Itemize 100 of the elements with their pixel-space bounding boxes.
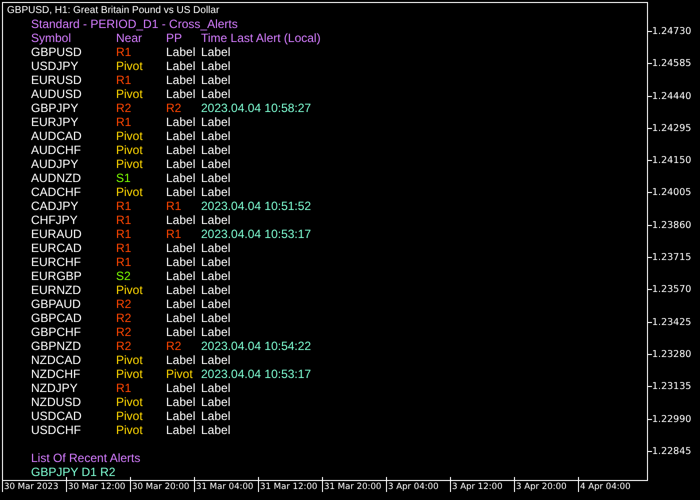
time-cell: Label bbox=[201, 325, 230, 339]
symbol-cell-text: CADJPY bbox=[31, 199, 80, 213]
price-label: 1.24730 bbox=[652, 25, 692, 39]
symbol-cell-text: GBPNZD bbox=[31, 339, 82, 353]
symbol-cell-text: EURJPY bbox=[31, 115, 80, 129]
symbol-cell-text: EURNZD bbox=[31, 283, 82, 297]
time-cell: Label bbox=[201, 73, 230, 87]
near-cell-text: Pivot bbox=[116, 423, 144, 437]
near-cell-text: R1 bbox=[116, 199, 132, 213]
recent-alerts-title: List Of Recent Alerts bbox=[31, 451, 140, 465]
symbol-cell-text: NZDCAD bbox=[31, 353, 82, 367]
pp-cell-text: Label bbox=[166, 213, 196, 227]
symbol-cell-text: GBPCHF bbox=[31, 325, 82, 339]
price-label: 1.22845 bbox=[652, 444, 692, 459]
price-label: 1.24150 bbox=[652, 154, 692, 168]
pp-cell-text: Label bbox=[166, 115, 196, 129]
time-label: 30 Mar 20:00 bbox=[130, 477, 194, 492]
near-cell-text: R1 bbox=[116, 381, 132, 395]
time-cell: Label bbox=[201, 185, 230, 199]
pp-cell-text: Label bbox=[166, 423, 196, 437]
panel-title: Standard - PERIOD_D1 - Cross_Alerts bbox=[31, 17, 239, 31]
symbol-cell-text: USDJPY bbox=[31, 59, 80, 73]
price-label: 1.24295 bbox=[652, 122, 692, 136]
symbol-cell-text: USDCAD bbox=[31, 409, 83, 423]
near-cell-text: S2 bbox=[116, 269, 132, 283]
recent-alert-text: GBPJPY D1 R2 bbox=[31, 465, 116, 479]
pp-cell-text: R2 bbox=[166, 339, 182, 353]
pp-cell-text: R1 bbox=[166, 199, 182, 213]
symbol-cell-text: AUDJPY bbox=[31, 157, 80, 171]
price-label: 1.23715 bbox=[652, 251, 692, 266]
near-cell-text: Pivot bbox=[116, 59, 144, 73]
time-cell: Label bbox=[201, 409, 230, 423]
chart-title: GBPUSD, H1: Great Britain Pound vs US Dollar bbox=[7, 5, 220, 17]
pp-cell-text: Label bbox=[166, 297, 196, 311]
near-cell-text: Pivot bbox=[116, 353, 144, 367]
symbol-cell-text: EURCHF bbox=[31, 255, 82, 269]
time-cell: Label bbox=[201, 311, 230, 325]
column-header: PP bbox=[166, 31, 184, 45]
symbol-cell-text: EURGBP bbox=[31, 269, 83, 283]
time-label: 31 Mar 04:00 bbox=[194, 477, 258, 492]
near-cell-text: Pivot bbox=[116, 185, 144, 199]
symbol-cell-text: GBPJPY bbox=[31, 101, 80, 115]
near-cell-text: R1 bbox=[116, 241, 132, 255]
time-cell: Label bbox=[201, 283, 230, 297]
symbol-cell-text: NZDCHF bbox=[31, 367, 82, 381]
price-label: 1.24005 bbox=[652, 186, 692, 200]
time-label: 30 Mar 12:00 bbox=[66, 477, 130, 492]
time-cell: Label bbox=[201, 381, 230, 395]
near-cell-text: R2 bbox=[116, 325, 132, 339]
price-label: 1.23425 bbox=[652, 316, 692, 330]
near-cell-text: R1 bbox=[116, 227, 132, 241]
near-cell-text: R1 bbox=[116, 115, 132, 129]
pp-cell-text: Label bbox=[166, 185, 196, 199]
pp-cell-text: Label bbox=[166, 325, 196, 339]
near-cell-text: R1 bbox=[116, 255, 132, 269]
time-cell: Label bbox=[201, 129, 230, 143]
time-cell: Label bbox=[201, 241, 230, 255]
time-cell: Label bbox=[201, 395, 230, 409]
price-label: 1.23860 bbox=[652, 218, 692, 233]
symbol-cell-text: GBPCAD bbox=[31, 311, 83, 325]
time-cell: Label bbox=[201, 423, 230, 437]
symbol-cell-text: AUDUSD bbox=[31, 87, 83, 101]
near-cell-text: R2 bbox=[116, 297, 132, 311]
pp-cell-text: Label bbox=[166, 395, 196, 409]
price-label: 1.23280 bbox=[652, 348, 692, 362]
pp-cell-text: Label bbox=[166, 283, 196, 297]
time-cell: 2023.04.04 10:53:17 bbox=[201, 367, 312, 381]
pp-cell-text: Label bbox=[166, 381, 196, 395]
time-label: 3 Apr 12:00 bbox=[450, 477, 514, 492]
pp-cell-text: Label bbox=[166, 409, 196, 423]
pp-cell-text: Label bbox=[166, 269, 196, 283]
price-label: 1.23570 bbox=[652, 283, 692, 298]
near-cell-text: R2 bbox=[116, 311, 132, 325]
time-label: 31 Mar 20:00 bbox=[322, 477, 386, 492]
pp-cell-text: Label bbox=[166, 45, 196, 59]
pp-cell-text: R2 bbox=[166, 101, 182, 115]
time-cell: Label bbox=[201, 45, 230, 59]
pp-cell-text: Label bbox=[166, 353, 196, 367]
price-label: 1.23135 bbox=[652, 380, 692, 394]
time-cell: Label bbox=[201, 255, 230, 269]
time-label: 4 Apr 04:00 bbox=[578, 477, 642, 492]
near-cell-text: R1 bbox=[116, 45, 132, 59]
symbol-cell-text: CADCHF bbox=[31, 185, 82, 199]
symbol-cell-text: NZDUSD bbox=[31, 395, 82, 409]
pp-cell-text: Label bbox=[166, 171, 196, 185]
near-cell-text: Pivot bbox=[116, 157, 144, 171]
column-header: Near bbox=[116, 31, 144, 45]
time-cell: Label bbox=[201, 143, 230, 157]
time-label: 30 Mar 2023 bbox=[2, 477, 66, 492]
pp-cell-text: Label bbox=[166, 241, 196, 255]
time-cell: Label bbox=[201, 297, 230, 311]
near-cell-text: Pivot bbox=[116, 409, 144, 423]
symbol-cell-text: EURAUD bbox=[31, 227, 83, 241]
time-cell: Label bbox=[201, 213, 230, 227]
pp-cell-text: R1 bbox=[166, 227, 182, 241]
symbol-cell-text: NZDJPY bbox=[31, 381, 79, 395]
near-cell-text: Pivot bbox=[116, 367, 144, 381]
time-label: 31 Mar 12:00 bbox=[258, 477, 322, 492]
pp-cell-text: Label bbox=[166, 143, 196, 157]
price-label: 1.22990 bbox=[652, 412, 692, 427]
